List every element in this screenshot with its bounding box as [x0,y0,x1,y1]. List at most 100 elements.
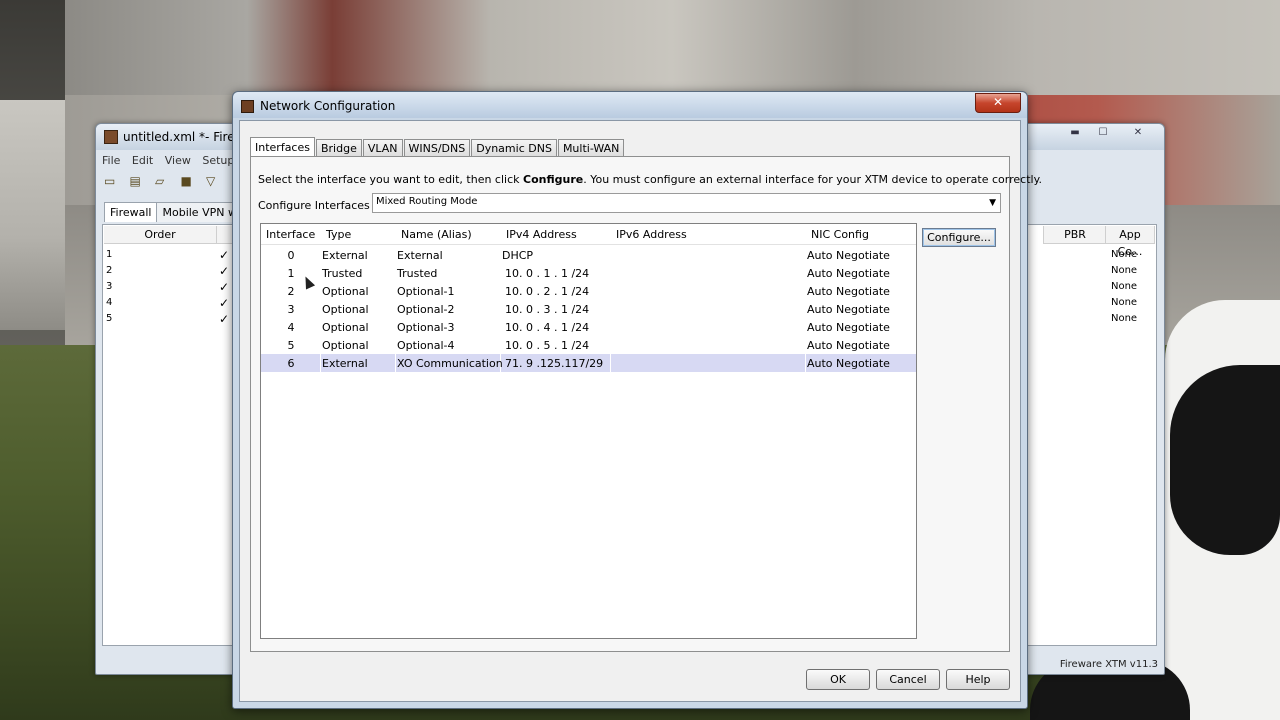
instruction-text-end: . You must configure an external interfa… [583,173,1043,186]
tab-dynamic-dns[interactable]: Dynamic DNS [471,139,557,157]
open-folder-icon[interactable]: ▱ [155,174,171,188]
cell-name: Optional-4 [397,339,455,352]
tab-multi-wan[interactable]: Multi-WAN [557,139,625,157]
menu-edit[interactable]: Edit [132,154,153,167]
routing-mode-value: Mixed Routing Mode [376,196,478,207]
app-control-values: None None None None None [1111,247,1137,327]
routing-mode-select[interactable]: Mixed Routing Mode ▼ [372,193,1001,213]
table-row-selected[interactable]: 6 External XO Communication 71. 9 .125.1… [261,354,916,372]
ok-button[interactable]: OK [806,669,870,690]
policy-tabs: Firewall Mobile VPN wit [104,202,251,222]
cell-name: Optional-2 [397,303,455,316]
table-row[interactable]: 4 Optional Optional-3 10. 0 . 4 . 1 /24 … [261,318,916,336]
table-row[interactable]: 3 Optional Optional-2 10. 0 . 3 . 1 /24 … [261,300,916,318]
dialog-titlebar: Network Configuration ✕ [233,92,1027,118]
checkmark-icon: ✓ [219,296,230,310]
checkmark-icon: ✓ [219,312,230,326]
cell-type: Trusted [322,267,363,280]
cell-name: External [397,249,443,262]
column-header-type[interactable]: Type [326,228,351,241]
cell-ipv4: 10. 0 . 5 . 1 /24 [505,339,590,352]
app-control-value: None [1111,249,1138,260]
table-row[interactable]: 2 Optional Optional-1 10. 0 . 2 . 1 /24 … [261,282,916,300]
background-brick-wall [65,0,1280,95]
cell-type: External [322,357,368,370]
app-control-value: None [1111,313,1138,324]
cell-ipv4: 71. 9 .125.117/29 [505,357,604,370]
background-dog-patch [1170,365,1280,555]
cell-name: Optional-3 [397,321,455,334]
maximize-icon[interactable]: ☐ [1089,125,1117,141]
save-to-device-icon[interactable]: ▤ [130,174,146,188]
cell-name: Optional-1 [397,285,455,298]
column-header-interface[interactable]: Interface [266,228,315,241]
network-configuration-dialog: Network Configuration ✕ Interfaces Bridge… [232,91,1042,709]
background-stone [0,100,65,330]
table-header: Interface Type Name (Alias) IPv4 Address… [261,224,916,245]
cell-nic-config: Auto Negotiate [807,249,890,262]
tab-wins-dns[interactable]: WINS/DNS [403,139,471,157]
interfaces-tab-panel: Select the interface you want to edit, t… [250,156,1042,652]
minimize-icon[interactable]: ▬ [1061,125,1089,141]
cell-type: Optional [322,321,369,334]
order-row[interactable]: 5 [106,311,112,327]
column-header-name[interactable]: Name (Alias) [401,228,472,241]
column-header-ipv4[interactable]: IPv4 Address [506,228,577,241]
order-list: 1 2 3 4 5 [106,247,112,327]
checkmark-icon: ✓ [219,248,230,262]
cell-name: Trusted [397,267,438,280]
cell-separator [395,354,396,372]
pbr-column-header[interactable]: PBR [1043,226,1107,244]
column-header-ipv6[interactable]: IPv6 Address [616,228,687,241]
toolbar: ▭ ▤ ▱ ■ ▽ [104,174,228,196]
version-status: Fireware XTM v11.3 [1059,659,1158,670]
cell-type: Optional [322,339,369,352]
cell-interface: 3 [287,303,295,316]
order-row[interactable]: 3 [106,279,112,295]
cell-separator [805,354,806,372]
cell-nic-config: Auto Negotiate [807,285,890,298]
instruction-text-start: Select the interface you want to edit, t… [258,173,524,186]
cell-separator [610,354,611,372]
menu-file[interactable]: File [102,154,120,167]
dialog-app-icon [241,100,254,113]
menu-view[interactable]: View [165,154,191,167]
column-header-nic-config[interactable]: NIC Config [811,228,869,241]
table-row[interactable]: 5 Optional Optional-4 10. 0 . 5 . 1 /24 … [261,336,916,354]
cell-interface: 2 [287,285,295,298]
order-row[interactable]: 1 [106,247,112,263]
filter-icon[interactable]: ▽ [206,174,222,188]
dialog-title: Network Configuration [260,99,396,113]
app-control-value: None [1111,265,1138,276]
tab-interfaces[interactable]: Interfaces [250,137,315,158]
table-row[interactable]: 1 Trusted Trusted 10. 0 . 1 . 1 /24 Auto… [261,264,916,282]
cell-nic-config: Auto Negotiate [807,339,890,352]
order-row[interactable]: 4 [106,295,112,311]
tab-bridge[interactable]: Bridge [315,139,362,157]
cell-type: Optional [322,285,369,298]
save-icon[interactable]: ■ [181,174,197,188]
policy-manager-title: untitled.xml *- Firew [123,130,245,144]
tab-vlan[interactable]: VLAN [362,139,403,157]
cell-interface: 0 [287,249,295,262]
cell-nic-config: Auto Negotiate [807,321,890,334]
order-column-header[interactable]: Order [104,226,217,244]
open-icon[interactable]: ▭ [104,174,120,188]
menu-setup[interactable]: Setup [202,154,234,167]
cancel-button[interactable]: Cancel [876,669,940,690]
order-row[interactable]: 2 [106,263,112,279]
interfaces-table: Interface Type Name (Alias) IPv4 Address… [260,223,917,639]
instruction-text: Select the interface you want to edit, t… [258,173,1042,186]
configure-button[interactable]: Configure... [922,228,996,247]
table-row[interactable]: 0 External External DHCP Auto Negotiate [261,246,916,264]
dialog-client-area: Interfaces Bridge VLAN WINS/DNS Dynamic DNS M… [239,120,1042,702]
help-button[interactable]: Help [946,669,1010,690]
cell-nic-config: Auto Negotiate [807,357,890,370]
checkmark-icon: ✓ [219,264,230,278]
tab-firewall[interactable]: Firewall [104,202,158,222]
instruction-text-bold: Configure [523,173,584,186]
close-icon[interactable]: ✕ [1124,125,1152,141]
app-control-column-header[interactable]: App Co... [1105,226,1155,258]
dialog-close-button[interactable]: ✕ [975,93,1021,113]
mode-label: Configure Interfaces in [258,199,384,212]
